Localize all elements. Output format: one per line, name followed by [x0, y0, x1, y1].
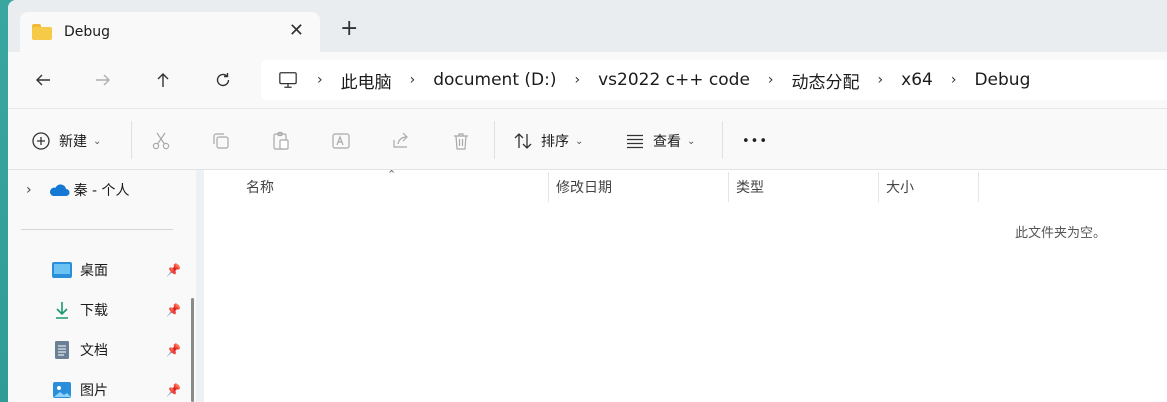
chevron-right-icon[interactable]: ›	[574, 72, 580, 88]
back-arrow-icon	[36, 74, 50, 86]
navigation-pane: › 秦 - 个人 桌面 📌 下载 📌 文档 📌 图片 📌	[8, 170, 196, 402]
command-bar: 新建 ⌄ 排序 ⌄ 查看 ⌄ •••	[8, 108, 1167, 170]
sidebar-item-label: 图片	[80, 383, 108, 399]
cut-button[interactable]	[151, 129, 171, 153]
sidebar-scrollbar[interactable]	[191, 298, 194, 402]
chevron-down-icon: ⌄	[687, 135, 696, 147]
chevron-right-icon[interactable]: ›	[878, 72, 884, 88]
sort-label: 排序	[541, 134, 569, 150]
divider	[722, 121, 723, 159]
new-label: 新建	[59, 134, 87, 150]
refresh-button[interactable]	[211, 68, 235, 92]
column-divider[interactable]	[978, 172, 979, 202]
column-header-name[interactable]: 名称	[246, 170, 274, 203]
pin-icon: 📌	[166, 263, 181, 277]
empty-folder-message: 此文件夹为空。	[1015, 226, 1107, 241]
sidebar-item-label: 桌面	[80, 263, 108, 279]
pin-icon: 📌	[166, 383, 181, 397]
ellipsis-icon: •••	[742, 133, 769, 149]
navigation-bar: › 此电脑 › document (D:) › vs2022 c++ code …	[8, 52, 1167, 108]
pin-icon: 📌	[166, 303, 181, 317]
trash-icon	[454, 133, 468, 150]
chevron-down-icon: ⌄	[575, 135, 584, 147]
chevron-right-icon[interactable]: ›	[317, 72, 323, 88]
folder-icon	[32, 24, 52, 40]
desktop-icon	[52, 262, 72, 278]
more-options-button[interactable]: •••	[742, 129, 768, 153]
clipboard-icon	[273, 131, 289, 150]
sidebar-item-documents[interactable]: 文档 📌	[8, 336, 196, 364]
divider	[131, 121, 132, 159]
cloud-icon	[48, 183, 70, 197]
share-button[interactable]	[391, 129, 411, 153]
chevron-down-icon: ⌄	[93, 135, 102, 147]
sidebar-item-downloads[interactable]: 下载 📌	[8, 296, 196, 324]
chevron-right-icon[interactable]: ›	[410, 72, 416, 88]
rename-button[interactable]	[331, 129, 351, 153]
download-icon	[52, 300, 72, 320]
sidebar-item-pictures[interactable]: 图片 📌	[8, 376, 196, 402]
breadcrumb-drive-d[interactable]: document (D:)	[433, 70, 556, 90]
file-list-pane: ⌃ 名称 修改日期 类型 大小 此文件夹为空。	[204, 168, 1167, 402]
up-arrow-icon	[157, 73, 169, 87]
divider	[21, 229, 173, 230]
pin-icon: 📌	[166, 343, 181, 357]
tab-title: Debug	[64, 24, 111, 40]
forward-arrow-icon	[96, 74, 110, 86]
sidebar-item-onedrive[interactable]: › 秦 - 个人	[8, 176, 196, 204]
breadcrumb-debug[interactable]: Debug	[974, 70, 1030, 90]
up-button[interactable]	[151, 68, 175, 92]
forward-button[interactable]	[91, 68, 115, 92]
document-icon	[52, 340, 72, 360]
delete-button[interactable]	[451, 129, 471, 153]
column-header-size[interactable]: 大小	[886, 170, 914, 203]
breadcrumb-vs2022-code[interactable]: vs2022 c++ code	[598, 70, 750, 90]
sidebar-item-desktop[interactable]: 桌面 📌	[8, 256, 196, 284]
scissors-icon	[152, 132, 170, 150]
copy-button[interactable]	[211, 129, 231, 153]
sidebar-item-label: 秦 - 个人	[73, 183, 130, 199]
chevron-right-icon[interactable]: ›	[951, 72, 957, 88]
breadcrumb-x64[interactable]: x64	[901, 70, 933, 90]
new-tab-button[interactable]: +	[340, 18, 358, 40]
new-button[interactable]: 新建 ⌄	[31, 129, 101, 153]
view-label: 查看	[653, 134, 681, 150]
sidebar-item-label: 下载	[80, 303, 108, 319]
column-header-type[interactable]: 类型	[736, 170, 764, 203]
copy-icon	[213, 133, 229, 149]
back-button[interactable]	[31, 68, 55, 92]
view-button[interactable]: 查看 ⌄	[625, 129, 695, 153]
breadcrumb-dynamic-alloc[interactable]: 动态分配	[792, 68, 860, 93]
divider	[494, 121, 495, 159]
paste-button[interactable]	[271, 129, 291, 153]
file-explorer-window: Debug ✕ + › 此电脑 › document (D:) › vs2022…	[8, 0, 1167, 402]
sort-arrows-icon	[514, 133, 532, 149]
view-lines-icon	[627, 134, 643, 149]
chevron-right-icon[interactable]: ›	[768, 72, 774, 88]
tab-strip: Debug ✕ +	[8, 0, 1167, 52]
rename-icon	[332, 133, 350, 149]
sidebar-item-label: 文档	[80, 343, 108, 359]
column-header-date-modified[interactable]: 修改日期	[556, 170, 612, 203]
computer-icon	[277, 69, 299, 91]
sort-button[interactable]: 排序 ⌄	[513, 129, 583, 153]
plus-circle-icon	[32, 132, 50, 150]
refresh-icon	[216, 73, 230, 87]
share-icon	[393, 132, 408, 148]
column-divider[interactable]	[728, 172, 729, 202]
breadcrumb-this-pc[interactable]: 此电脑	[341, 68, 392, 93]
tab-debug[interactable]: Debug ✕	[20, 12, 320, 52]
chevron-right-icon[interactable]: ›	[26, 182, 32, 198]
pictures-icon	[52, 380, 72, 400]
column-divider[interactable]	[878, 172, 879, 202]
chevron-up-icon: ⌃	[387, 168, 397, 181]
address-bar[interactable]: › 此电脑 › document (D:) › vs2022 c++ code …	[261, 60, 1167, 100]
column-divider[interactable]	[548, 172, 549, 202]
close-tab-icon[interactable]: ✕	[289, 22, 304, 40]
